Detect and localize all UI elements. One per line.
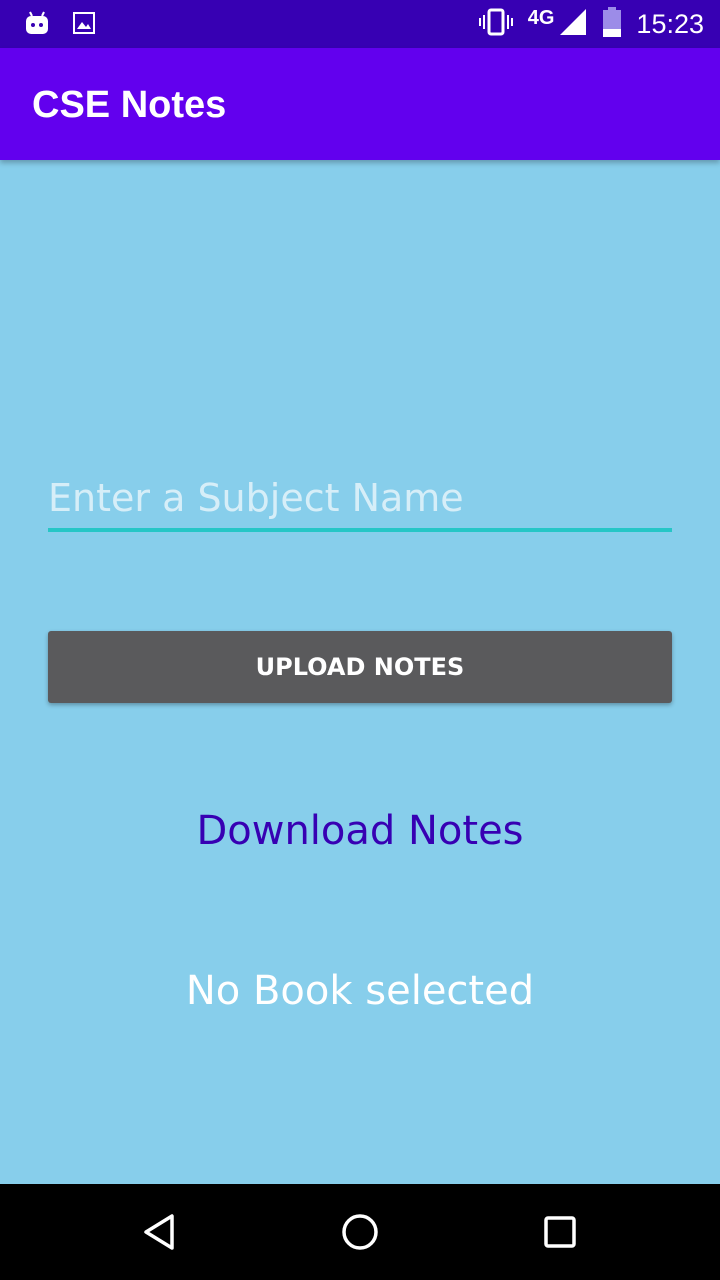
signal-icon <box>558 7 588 41</box>
book-status-text: No Book selected <box>185 968 535 1014</box>
app-bar: CSE Notes <box>0 48 720 160</box>
download-notes-link[interactable]: Download Notes <box>0 808 720 854</box>
back-icon[interactable] <box>136 1208 184 1256</box>
upload-notes-button[interactable]: UPLOAD NOTES <box>48 631 672 703</box>
image-notification-icon <box>72 11 96 39</box>
network-type-label: 4G <box>527 6 555 29</box>
android-notification-icon <box>24 10 50 40</box>
app-title: CSE Notes <box>32 84 227 126</box>
home-icon[interactable] <box>336 1208 384 1256</box>
vibrate-icon <box>478 7 514 41</box>
battery-icon <box>602 7 622 41</box>
recents-icon[interactable] <box>536 1208 584 1256</box>
subject-name-input[interactable] <box>48 468 672 532</box>
status-bar: 4G 15:23 <box>0 0 720 48</box>
navigation-bar <box>0 1184 720 1280</box>
clock: 15:23 <box>636 8 704 39</box>
